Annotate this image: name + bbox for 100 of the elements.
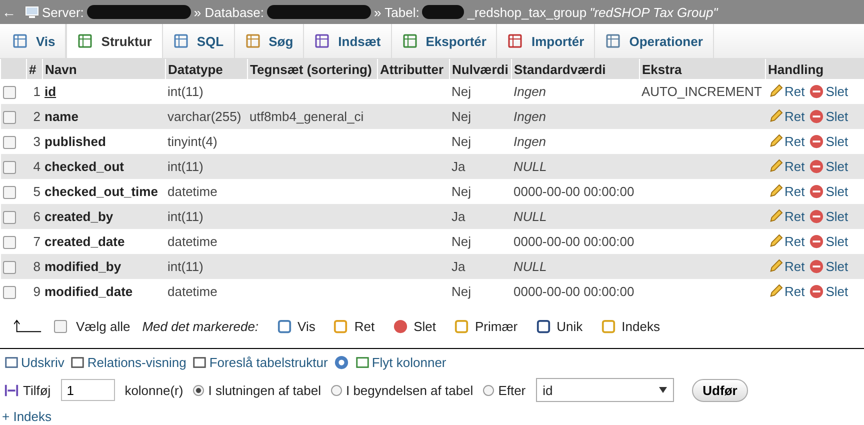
edit-link[interactable]: Ret: [768, 184, 805, 199]
null-value: Nej: [452, 134, 472, 149]
column-name: created_date: [44, 234, 125, 249]
edit-link[interactable]: Ret: [768, 209, 805, 224]
null-value: Ja: [452, 159, 466, 174]
bulk-action-button[interactable]: Vis: [276, 318, 316, 334]
position-radio[interactable]: Efter: [483, 382, 526, 398]
delete-link[interactable]: Slet: [808, 259, 848, 274]
edit-link[interactable]: Ret: [768, 234, 805, 249]
tab[interactable]: Importér: [497, 24, 596, 58]
column-name: published: [44, 134, 106, 149]
edit-link[interactable]: Ret: [768, 159, 805, 174]
corner-arrow-icon: [14, 319, 42, 333]
column-name: checked_out: [44, 159, 124, 174]
link[interactable]: Relations-visning: [70, 354, 186, 370]
default-value: 0000-00-00 00:00:00: [514, 184, 634, 199]
column-name: checked_out_time: [44, 184, 158, 199]
row-checkbox[interactable]: [2, 286, 16, 300]
column-header[interactable]: Nulværdi: [450, 59, 512, 79]
row-checkbox[interactable]: [2, 136, 16, 150]
edit-link[interactable]: Ret: [768, 84, 805, 99]
column-header[interactable]: #: [26, 59, 42, 79]
null-value: Nej: [452, 184, 472, 199]
add-index-link[interactable]: + Indeks: [2, 409, 52, 424]
row-number: 3: [33, 134, 40, 149]
delete-link[interactable]: Slet: [808, 109, 848, 124]
row-checkbox[interactable]: [2, 236, 16, 250]
edit-link[interactable]: Ret: [768, 284, 805, 299]
server-link[interactable]: Server:: [42, 4, 84, 20]
with-selected-label: Med det markerede:: [142, 318, 259, 334]
row-checkbox[interactable]: [2, 111, 16, 124]
edit-link[interactable]: Ret: [768, 109, 805, 124]
link[interactable]: Flyt kolonner: [354, 354, 446, 370]
delete-link[interactable]: Slet: [808, 84, 848, 99]
bulk-action-button[interactable]: Slet: [392, 318, 436, 334]
row-checkbox[interactable]: [2, 211, 16, 224]
column-header[interactable]: Datatype: [166, 59, 248, 79]
tab[interactable]: Operationer: [595, 24, 714, 58]
delete-link[interactable]: Slet: [808, 234, 848, 249]
tab[interactable]: SQL: [162, 24, 235, 58]
bulk-action-button[interactable]: Ret: [333, 318, 375, 334]
after-column-dropdown[interactable]: id: [536, 378, 674, 402]
database-link[interactable]: » Database:: [194, 4, 264, 20]
default-value: NULL: [514, 159, 547, 174]
delete-link[interactable]: Slet: [808, 134, 848, 149]
column-header[interactable]: Navn: [42, 59, 166, 79]
data-type: datetime: [168, 284, 218, 299]
delete-link[interactable]: Slet: [808, 209, 848, 224]
row-number: 6: [33, 209, 40, 224]
column-header[interactable]: Handling: [766, 59, 864, 79]
bulk-action-button[interactable]: Primær: [454, 318, 518, 334]
data-type: int(11): [168, 159, 204, 174]
null-value: Ja: [452, 209, 466, 224]
edit-link[interactable]: Ret: [768, 259, 805, 274]
table-name[interactable]: _redshop_tax_group: [467, 4, 587, 20]
row-checkbox[interactable]: [2, 161, 16, 174]
column-header[interactable]: Attributter: [378, 59, 450, 79]
select-all-checkbox[interactable]: Vælg alle: [54, 318, 130, 334]
row-number: 9: [33, 284, 40, 299]
columns-label: kolonne(r): [124, 382, 184, 398]
default-value: 0000-00-00 00:00:00: [514, 234, 634, 249]
delete-link[interactable]: Slet: [808, 184, 848, 199]
default-value: NULL: [514, 209, 547, 224]
caret-icon: [658, 387, 667, 393]
column-name: modified_date: [44, 284, 133, 299]
row-checkbox[interactable]: [2, 186, 16, 200]
column-name: created_by: [44, 209, 114, 224]
edit-link[interactable]: Ret: [768, 134, 805, 149]
position-radio[interactable]: I slutningen af tabel: [193, 382, 321, 398]
link[interactable]: Foreslå tabelstruktur: [192, 354, 328, 370]
default-value: NULL: [514, 259, 547, 274]
monitor-icon: [25, 5, 39, 19]
link[interactable]: Udskriv: [4, 354, 64, 370]
bulk-action-button[interactable]: Indeks: [600, 318, 660, 334]
delete-link[interactable]: Slet: [808, 159, 848, 174]
table-link[interactable]: » Tabel:: [374, 4, 420, 20]
column-header[interactable]: Tegnsæt (sortering): [248, 59, 378, 79]
tab[interactable]: Struktur: [66, 24, 163, 58]
tab[interactable]: Eksportér: [392, 24, 498, 58]
column-header[interactable]: Ekstra: [640, 59, 766, 79]
column-name: id: [44, 84, 56, 99]
position-radio[interactable]: I begyndelsen af tabel: [330, 382, 474, 398]
redaction-mark: [422, 5, 464, 19]
data-type: int(11): [168, 259, 204, 274]
bulk-action-button[interactable]: Unik: [536, 318, 583, 334]
go-button[interactable]: Udfør: [692, 378, 748, 402]
back-arrow[interactable]: ←: [2, 4, 16, 20]
column-count-field[interactable]: 1: [60, 379, 115, 401]
row-checkbox[interactable]: [2, 261, 16, 274]
table-comment: "redSHOP Tax Group": [590, 4, 718, 20]
row-number: 1: [33, 84, 40, 99]
tab[interactable]: Indsæt: [304, 24, 392, 58]
column-name: name: [44, 109, 78, 124]
data-type: tinyint(4): [168, 134, 218, 149]
row-checkbox[interactable]: [2, 86, 16, 100]
column-header[interactable]: Standardværdi: [512, 59, 640, 79]
tab[interactable]: Søg: [234, 24, 304, 58]
delete-link[interactable]: Slet: [808, 284, 848, 299]
default-value: 0000-00-00 00:00:00: [514, 284, 634, 299]
row-number: 8: [33, 259, 40, 274]
